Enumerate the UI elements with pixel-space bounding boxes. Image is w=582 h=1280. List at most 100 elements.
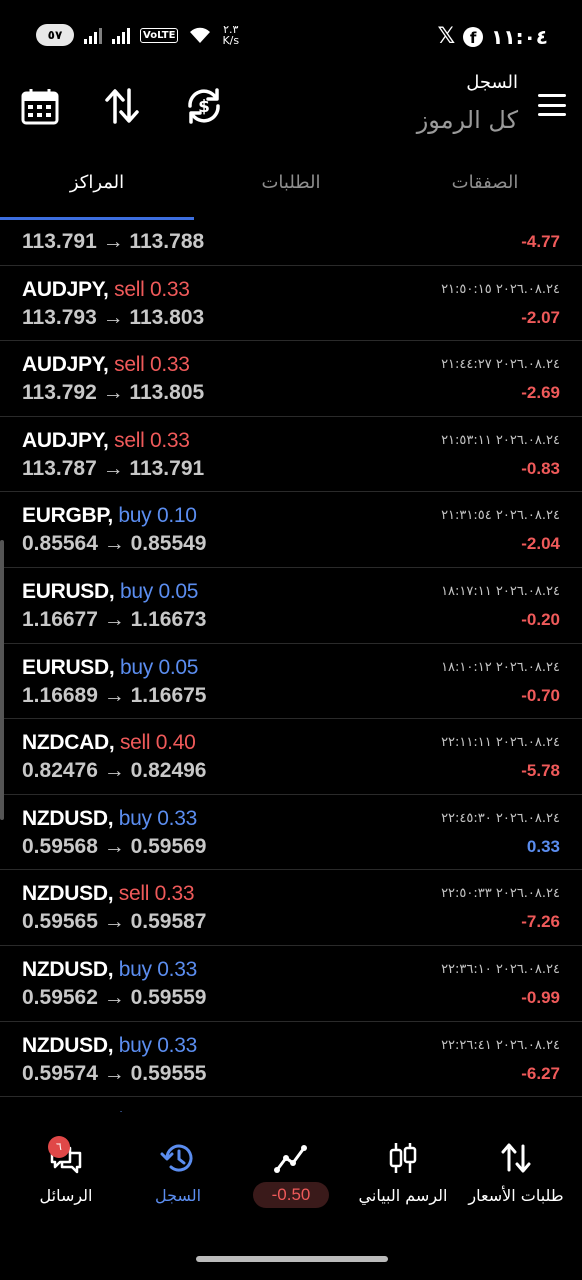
messages-badge: ٦ xyxy=(48,1136,70,1158)
position-row[interactable]: NZDUSD, buy 0.33 0.59574 → 0.59555 ٢٠٢٦.٠٨… xyxy=(0,1022,582,1098)
nav-chart-label: الرسم البياني xyxy=(358,1186,448,1205)
page-title: السجل xyxy=(466,72,518,93)
symbol-label: NZDCAD, xyxy=(22,731,115,755)
position-time: ٢٠٢٦.٠٨.٢٤ ٢١:٤٤:٢٧ xyxy=(441,357,560,373)
home-indicator[interactable] xyxy=(196,1256,388,1262)
position-pnl: -0.70 xyxy=(521,685,560,705)
price-range: 113.793 → 113.803 xyxy=(22,305,205,329)
nav-chart[interactable]: الرسم البياني xyxy=(345,1112,461,1222)
position-pnl: -5.78 xyxy=(521,761,560,781)
side-label: buy xyxy=(119,579,153,603)
symbol-label: EURGBP, xyxy=(22,504,113,528)
position-pnl: -0.20 xyxy=(521,609,560,629)
symbol-label: EURUSD, xyxy=(22,579,115,603)
calendar-icon[interactable] xyxy=(20,86,60,126)
position-row[interactable]: NZDCAD, sell 0.40 0.82476 → 0.82496 ٢٠٢٦.٠… xyxy=(0,719,582,795)
symbol-label: NZDUSD, xyxy=(22,1033,114,1057)
nav-history[interactable]: السجل xyxy=(120,1112,236,1222)
status-bar: ٥٧ VoLTE ٢.٣ K/s 𝕏 f ١١:٠٤ xyxy=(0,0,582,72)
price-range: 113.792 → 113.805 xyxy=(22,381,205,405)
nav-quotes[interactable]: طلبات الأسعار xyxy=(458,1112,574,1222)
position-row[interactable]: EURUSD, buy 0.05 1.16677 → 1.16673 ٢٠٢٦.٠٨… xyxy=(0,568,582,644)
position-symbol: NZDUSD, buy 0.33 xyxy=(22,958,197,982)
volume-label: 0.33 xyxy=(150,353,190,377)
wifi-icon xyxy=(190,27,211,43)
position-symbol: NZDUSD, buy 0.33 xyxy=(22,1034,197,1058)
signal-icon-2 xyxy=(112,26,130,44)
symbol-label: AUDJPY, xyxy=(22,353,109,377)
volume-label: 0.33 xyxy=(150,277,190,301)
position-row[interactable]: AUDJPY, sell 0.33 113.787 → 113.791 ٢٠٢٦.٠… xyxy=(0,417,582,493)
position-pnl: -2.04 xyxy=(521,534,560,554)
position-symbol: AUDJPY, sell 0.33 xyxy=(22,278,190,302)
position-row[interactable]: AUDJPY, sell 0.33 113.792 → 113.805 ٢٠٢٦.٠… xyxy=(0,341,582,417)
volume-label: 0.33 xyxy=(157,957,197,981)
nav-history-label: السجل xyxy=(154,1186,202,1205)
position-row[interactable]: NZDUSD, buy 0.33 0.59568 → 0.59569 ٢٠٢٦.٠٨… xyxy=(0,795,582,871)
nav-messages[interactable]: ٦ الرسائل xyxy=(8,1112,124,1222)
position-time: ٢٠٢٦.٠٨.٢٤ ٢٢:٥٠:٣٣ xyxy=(441,886,560,902)
symbol-label: AUDJPY, xyxy=(22,428,109,452)
side-label: buy xyxy=(118,806,152,830)
price-range: 0.59562 → 0.59559 xyxy=(22,985,207,1009)
side-label: sell xyxy=(114,277,145,301)
position-row[interactable]: NZDUSD, sell 0.33 0.59565 → 0.59587 ٢٠٢٦.٠… xyxy=(0,870,582,946)
price-range: 0.85564 → 0.85549 xyxy=(22,532,207,556)
symbol-label: NZDUSD, xyxy=(22,882,114,906)
position-pnl: -4.77 xyxy=(521,232,560,251)
battery-icon: ٥٧ xyxy=(36,24,74,46)
side-label: buy xyxy=(119,655,153,679)
side-label: sell xyxy=(114,353,145,377)
volume-label: 0.33 xyxy=(150,428,190,452)
sort-icon[interactable] xyxy=(102,86,142,126)
price-range: 113.787 → 113.791 xyxy=(22,456,205,480)
position-symbol: NZDUSD, buy 0.33 xyxy=(22,807,197,831)
volume-label: 0.05 xyxy=(158,579,199,603)
app-header: $ السجل كل الرموز xyxy=(0,72,582,150)
price-range: 0.82476 → 0.82496 xyxy=(22,759,207,783)
position-symbol: AUDJPY, sell 0.33 xyxy=(22,353,190,377)
nav-messages-label: الرسائل xyxy=(39,1186,93,1205)
sync-icon[interactable]: $ xyxy=(184,86,224,126)
battery-level: ٥٧ xyxy=(47,28,63,42)
menu-icon[interactable] xyxy=(538,94,566,116)
clock: ١١:٠٤ xyxy=(491,24,548,49)
position-row[interactable]: 113.791 → 113.788 -4.77 xyxy=(0,220,582,266)
price-range: 0.59574 → 0.59555 xyxy=(22,1061,207,1085)
position-time: ٢٠٢٦.٠٨.٢٤ ٢٢:٢٦:٤١ xyxy=(441,1037,560,1053)
symbol-filter[interactable]: كل الرموز xyxy=(417,106,518,134)
side-label: sell xyxy=(119,731,151,755)
x-app-icon: 𝕏 xyxy=(437,24,456,49)
position-time: ٢٠٢٦.٠٨.٢٤ ٢١:٥٠:١٥ xyxy=(441,281,560,297)
position-row[interactable]: EURUSD, buy 0.05 1.16689 → 1.16675 ٢٠٢٦.٠٨… xyxy=(0,644,582,720)
side-label: buy xyxy=(118,1033,152,1057)
tab-orders[interactable]: الطلبات xyxy=(194,150,388,220)
tab-deals[interactable]: الصفقات xyxy=(388,150,582,220)
side-label: buy xyxy=(118,504,152,528)
position-row[interactable]: NZDUSD, buy 0.33 0.59562 → 0.59559 ٢٠٢٦.٠٨… xyxy=(0,946,582,1022)
position-pnl: -2.69 xyxy=(521,383,560,403)
symbol-label: NZDUSD, xyxy=(22,957,114,981)
side-label: buy xyxy=(118,957,152,981)
nav-trade[interactable]: -0.50 xyxy=(233,1112,349,1222)
symbol-label: AUDJPY, xyxy=(22,277,109,301)
position-row[interactable]: NZDUSD, buy 0.33٢٠٢٦.٠٨.٢٤ ٢٢:٠٤:٤٢ xyxy=(0,1097,582,1112)
position-symbol: EURUSD, buy 0.05 xyxy=(22,656,198,680)
history-icon xyxy=(160,1144,193,1172)
network-speed: ٢.٣ K/s xyxy=(222,24,239,46)
position-time: ٢٠٢٦.٠٨.٢٤ ٢٢:٤٥:٣٠ xyxy=(441,810,560,826)
volte-badge: VoLTE xyxy=(140,27,179,43)
scrollbar[interactable] xyxy=(0,540,4,820)
positions-list[interactable]: 113.791 → 113.788 -4.77 AUDJPY, sell 0.33 1… xyxy=(0,220,582,1112)
symbol-label: EURUSD, xyxy=(22,655,115,679)
position-symbol: AUDJPY, sell 0.33 xyxy=(22,429,190,453)
position-row[interactable]: EURGBP, buy 0.10 0.85564 → 0.85549 ٢٠٢٦.٠٨… xyxy=(0,492,582,568)
volume-label: 0.05 xyxy=(158,655,199,679)
position-symbol: NZDCAD, sell 0.40 xyxy=(22,731,196,755)
tab-positions[interactable]: المراكز xyxy=(0,150,194,220)
volume-label: 0.40 xyxy=(155,731,196,755)
position-time: ٢٠٢٦.٠٨.٢٤ ١٨:١٠:١٢ xyxy=(441,659,560,675)
volume-label: 0.33 xyxy=(157,1033,197,1057)
quotes-icon xyxy=(501,1143,531,1173)
position-row[interactable]: AUDJPY, sell 0.33 113.793 → 113.803 ٢٠٢٦.٠… xyxy=(0,266,582,342)
